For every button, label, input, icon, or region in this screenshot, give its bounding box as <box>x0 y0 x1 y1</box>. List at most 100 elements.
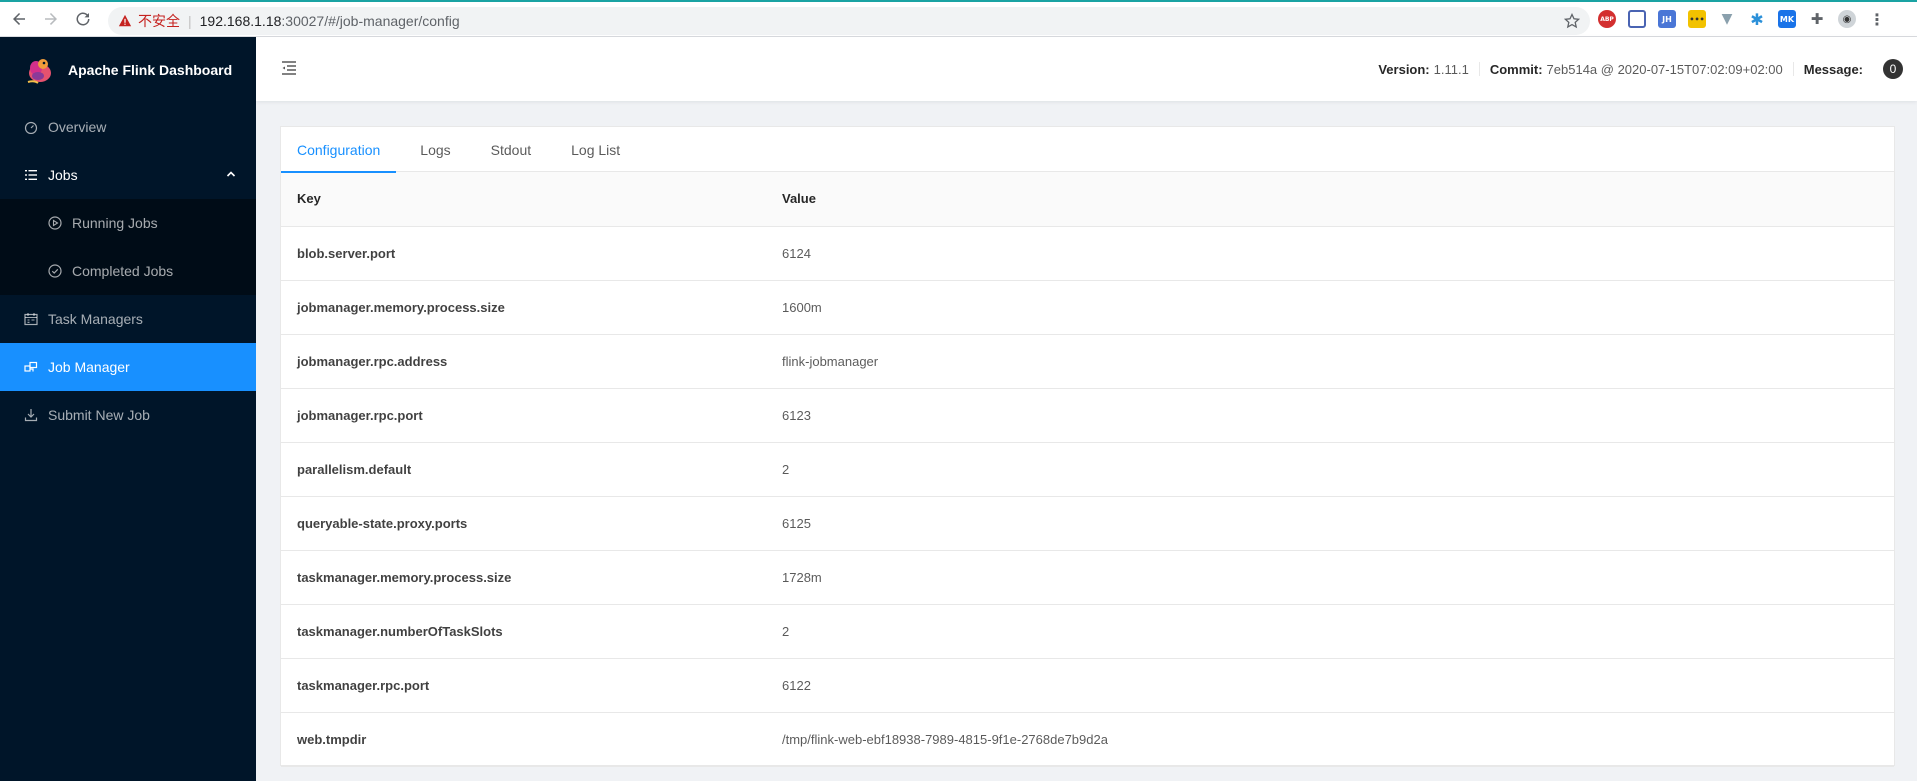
schedule-icon <box>24 312 38 326</box>
mk-extension-icon[interactable]: MK <box>1778 10 1796 28</box>
config-card: Configuration Logs Stdout Log List Key V… <box>280 126 1895 767</box>
config-value: /tmp/flink-web-ebf18938-7989-4815-9f1e-2… <box>766 712 1894 767</box>
logo[interactable]: Apache Flink Dashboard <box>0 37 256 103</box>
cluster-icon <box>24 360 38 374</box>
table-row: taskmanager.numberOfTaskSlots 2 <box>281 604 1894 659</box>
jh-extension-icon[interactable]: JH <box>1658 10 1676 28</box>
header-divider <box>1478 62 1480 76</box>
commit-label: Commit: <box>1489 61 1543 77</box>
puzzle-extensions-icon[interactable]: ✚ <box>1808 10 1826 28</box>
table-row: taskmanager.memory.process.size 1728m <box>281 550 1894 605</box>
config-value: 6125 <box>766 496 1894 551</box>
check-circle-icon <box>48 264 62 278</box>
config-key: taskmanager.rpc.port <box>281 658 766 713</box>
config-value: 1728m <box>766 550 1894 605</box>
value-column-header[interactable]: Value <box>766 172 1894 227</box>
list-icon <box>24 168 38 182</box>
sidebar-item-label: Task Managers <box>48 311 143 327</box>
key-column-header[interactable]: Key <box>281 172 766 227</box>
config-value: flink-jobmanager <box>766 334 1894 389</box>
config-key: jobmanager.rpc.port <box>281 388 766 443</box>
table-row: taskmanager.rpc.port 6122 <box>281 658 1894 713</box>
config-table: Key Value blob.server.port 6124 jobmanage… <box>281 172 1894 767</box>
table-row: jobmanager.rpc.port 6123 <box>281 388 1894 443</box>
sidebar-item-label: Submit New Job <box>48 407 150 423</box>
header-info: Version: 1.11.1 Commit: 7eb514a @ 2020-0… <box>1378 37 1903 101</box>
sidebar-item-job-manager[interactable]: Job Manager <box>0 343 256 391</box>
forward-icon[interactable] <box>38 6 64 32</box>
adblock-extension-icon[interactable]: ABP <box>1598 10 1616 28</box>
pinwheel-extension-icon[interactable]: ✱ <box>1748 10 1766 29</box>
sidebar-item-label: Overview <box>48 119 107 135</box>
top-header: Version: 1.11.1 Commit: 7eb514a @ 2020-0… <box>256 37 1917 101</box>
url-separator: | <box>188 13 192 29</box>
config-value: 2 <box>766 604 1894 659</box>
chevron-up-icon <box>226 171 236 177</box>
message-label: Message: <box>1803 61 1863 77</box>
sidebar-item-running-jobs[interactable]: Running Jobs <box>0 199 256 247</box>
insecure-label: 不安全 <box>138 13 180 29</box>
tab-stdout[interactable]: Stdout <box>475 127 547 172</box>
table-row: jobmanager.rpc.address flink-jobmanager <box>281 334 1894 389</box>
table-header-row: Key Value <box>281 172 1894 227</box>
flink-logo-icon <box>27 59 51 84</box>
sidebar-item-completed-jobs[interactable]: Completed Jobs <box>0 247 256 295</box>
table-row: blob.server.port 6124 <box>281 226 1894 281</box>
config-key: web.tmpdir <box>281 712 766 767</box>
sidebar-item-jobs[interactable]: Jobs <box>0 151 256 199</box>
commit-value: 7eb514a @ 2020-07-15T07:02:09+02:00 <box>1546 61 1783 77</box>
dashboard-icon <box>24 120 38 134</box>
notes-extension-icon[interactable]: ••• <box>1688 10 1706 28</box>
tab-logs[interactable]: Logs <box>404 127 466 172</box>
version-label: Version: <box>1378 61 1430 77</box>
config-key: taskmanager.memory.process.size <box>281 550 766 605</box>
sidebar-item-submit-new-job[interactable]: Submit New Job <box>0 391 256 439</box>
warning-icon <box>118 14 132 27</box>
config-value: 6123 <box>766 388 1894 443</box>
config-key: parallelism.default <box>281 442 766 497</box>
table-row: parallelism.default 2 <box>281 442 1894 497</box>
sidebar-item-label: Completed Jobs <box>72 263 174 279</box>
config-key: jobmanager.rpc.address <box>281 334 766 389</box>
play-circle-icon <box>48 216 62 230</box>
config-value: 6124 <box>766 226 1894 281</box>
browser-menu-icon[interactable]: ⋮ <box>1868 10 1886 29</box>
menu-fold-icon[interactable] <box>280 59 298 77</box>
sidebar-item-task-managers[interactable]: Task Managers <box>0 295 256 343</box>
config-key: jobmanager.memory.process.size <box>281 280 766 335</box>
message-count-badge[interactable]: 0 <box>1883 59 1903 79</box>
calendar-extension-icon[interactable] <box>1628 10 1646 28</box>
config-value: 6122 <box>766 658 1894 713</box>
version-value: 1.11.1 <box>1433 61 1469 77</box>
app-title: Apache Flink Dashboard <box>68 62 233 78</box>
sidebar-item-label: Job Manager <box>48 359 130 375</box>
table-row: jobmanager.memory.process.size 1600m <box>281 280 1894 335</box>
address-bar[interactable]: 不安全 | 192.168.1.18:30027/#/job-manager/c… <box>108 7 1590 35</box>
extensions-area: ABP JH ••• ▼ ✱ MK ✚ ◉ ⋮ <box>1598 10 1886 29</box>
sidebar-item-label: Jobs <box>48 167 78 183</box>
config-key: queryable-state.proxy.ports <box>281 496 766 551</box>
url-host: 192.168.1.18 <box>199 13 282 29</box>
reload-icon[interactable] <box>70 6 96 32</box>
config-key: blob.server.port <box>281 226 766 281</box>
header-divider <box>1792 62 1794 76</box>
url-text: 192.168.1.18:30027/#/job-manager/config <box>200 13 460 29</box>
bookmark-star-icon[interactable] <box>1564 13 1580 29</box>
sidebar-item-label: Running Jobs <box>72 215 158 231</box>
upload-icon <box>24 408 38 422</box>
config-value: 2 <box>766 442 1894 497</box>
tab-configuration[interactable]: Configuration <box>281 127 397 173</box>
table-row: queryable-state.proxy.ports 6125 <box>281 496 1894 551</box>
table-row: web.tmpdir/tmp/flink-web-ebf18938-7989-4… <box>281 712 1894 767</box>
tab-bar: Configuration Logs Stdout Log List <box>281 127 1894 173</box>
profile-avatar-icon[interactable]: ◉ <box>1838 10 1856 28</box>
url-path: :30027/#/job-manager/config <box>281 13 460 29</box>
vue-extension-icon[interactable]: ▼ <box>1718 10 1736 28</box>
browser-toolbar: 不安全 | 192.168.1.18:30027/#/job-manager/c… <box>0 0 1917 37</box>
sidebar-item-overview[interactable]: Overview <box>0 103 256 151</box>
config-value: 1600m <box>766 280 1894 335</box>
back-icon[interactable] <box>6 6 32 32</box>
config-key: taskmanager.numberOfTaskSlots <box>281 604 766 659</box>
sidebar: Apache Flink Dashboard Overview Jobs Run… <box>0 37 256 781</box>
tab-log-list[interactable]: Log List <box>555 127 636 172</box>
